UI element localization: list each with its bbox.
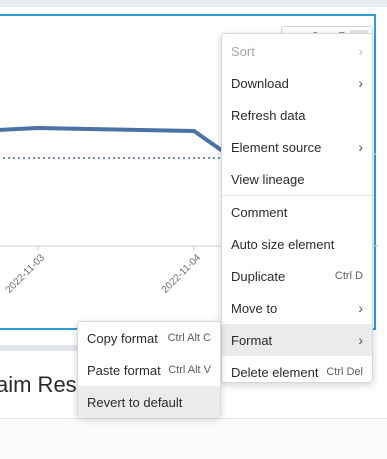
chevron-right-icon: ›: [358, 75, 363, 91]
menu-item-label: Revert to default: [87, 394, 183, 410]
menu-item-label: Delete element: [231, 364, 319, 380]
menu-item-sort: Sort ›: [222, 35, 372, 67]
menu-item-format[interactable]: Format ›: [222, 324, 372, 356]
element-context-menu: Sort › Download › Refresh data Element s…: [221, 33, 373, 383]
menu-item-label: Refresh data: [231, 107, 306, 123]
menu-item-label: Move to: [231, 300, 278, 316]
menu-item-download[interactable]: Download ›: [222, 67, 372, 99]
menu-item-refresh-data[interactable]: Refresh data: [222, 99, 372, 131]
menu-item-paste-format[interactable]: Paste format Ctrl Alt V: [78, 354, 220, 386]
shortcut-hint: Ctrl Alt V: [168, 364, 211, 376]
x-tick-label: 2022-11-03: [4, 252, 48, 296]
menu-item-copy-format[interactable]: Copy format Ctrl Alt C: [78, 322, 220, 354]
menu-item-duplicate[interactable]: Duplicate Ctrl D: [222, 260, 372, 292]
menu-item-delete-element[interactable]: Delete element Ctrl Del: [222, 356, 372, 388]
menu-item-move-to[interactable]: Move to ›: [222, 292, 372, 324]
menu-item-label: Download: [231, 75, 289, 91]
menu-item-label: Element source: [231, 139, 322, 155]
menu-item-label: View lineage: [231, 171, 305, 187]
chevron-right-icon: ›: [358, 43, 363, 59]
chevron-right-icon: ›: [358, 139, 363, 155]
x-tick-label: 2022-11-04: [160, 252, 204, 296]
menu-item-auto-size[interactable]: Auto size element: [222, 228, 372, 260]
menu-item-label: Copy format: [87, 330, 158, 346]
section-title: aim Res: [0, 372, 77, 397]
menu-item-label: Sort: [231, 43, 255, 59]
chevron-right-icon: ›: [358, 332, 363, 348]
menu-item-revert-to-default[interactable]: Revert to default: [78, 386, 220, 418]
shortcut-hint: Ctrl Del: [326, 366, 363, 378]
menu-item-label: Comment: [231, 204, 288, 220]
series-line-solid: [0, 126, 226, 154]
menu-item-label: Auto size element: [231, 236, 335, 252]
menu-item-label: Format: [231, 332, 273, 348]
shortcut-hint: Ctrl D: [334, 270, 363, 282]
menu-item-element-source[interactable]: Element source ›: [222, 131, 372, 163]
menu-item-label: Duplicate: [231, 268, 286, 284]
shortcut-hint: Ctrl Alt C: [167, 332, 211, 344]
format-submenu: Copy format Ctrl Alt C Paste format Ctrl…: [77, 321, 221, 418]
menu-item-view-lineage[interactable]: View lineage: [222, 163, 372, 195]
menu-item-comment[interactable]: Comment: [222, 196, 372, 228]
menu-item-label: Paste format: [87, 362, 161, 378]
top-strip: [0, 0, 387, 7]
chevron-right-icon: ›: [358, 300, 363, 316]
